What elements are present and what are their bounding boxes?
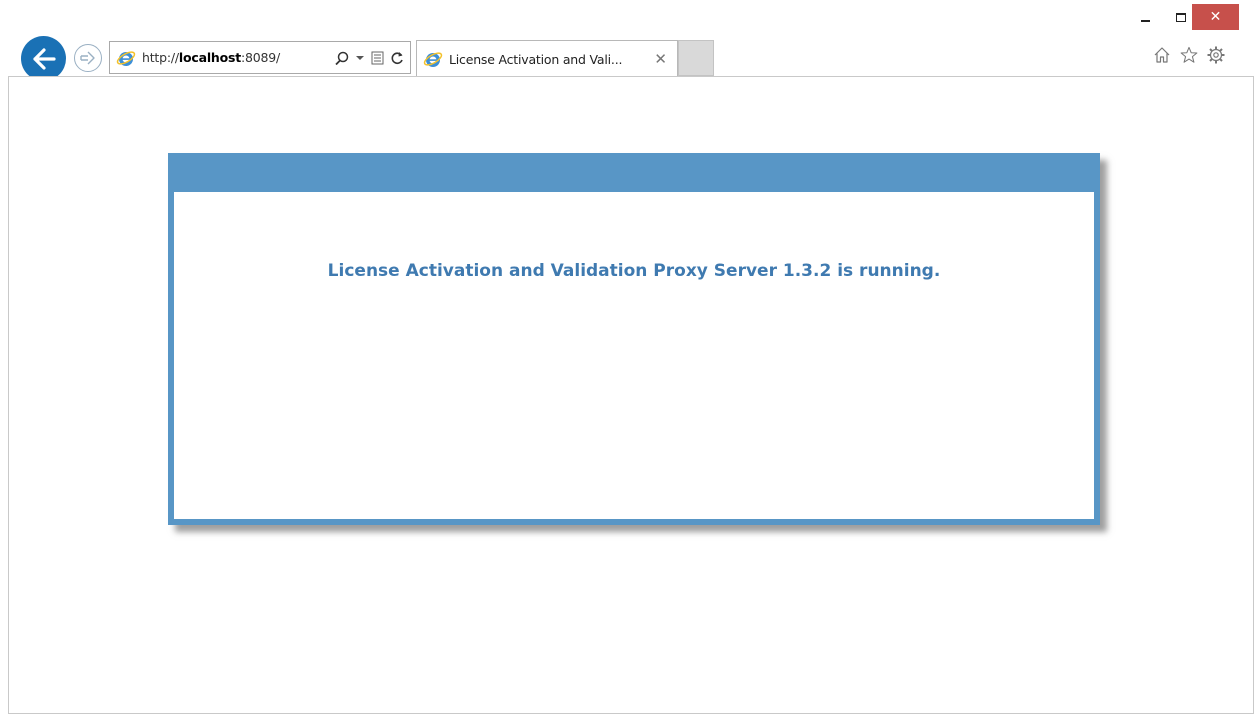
search-dropdown-button[interactable] [356, 55, 364, 61]
back-button[interactable] [21, 36, 66, 81]
home-button[interactable] [1153, 45, 1171, 65]
search-button[interactable] [335, 51, 349, 65]
favorites-star-icon [1180, 46, 1198, 63]
settings-gear-icon [1207, 46, 1225, 64]
close-icon: ✕ [1209, 9, 1222, 25]
dropdown-caret-icon [356, 55, 364, 60]
tab-title: License Activation and Vali... [449, 51, 623, 67]
address-tools [335, 42, 404, 73]
forward-button[interactable] [74, 44, 102, 72]
minimize-icon [1140, 20, 1150, 22]
tab-license-activation[interactable]: License Activation and Vali... ✕ [416, 40, 678, 77]
server-status-message: License Activation and Validation Proxy … [327, 261, 941, 281]
refresh-icon [391, 51, 403, 64]
url-scheme: http:// [142, 50, 179, 65]
minimize-button[interactable] [1130, 4, 1160, 30]
home-icon [1154, 47, 1170, 63]
ie-logo-icon [423, 52, 443, 67]
url-host: localhost [178, 50, 242, 65]
url-port-path: :8089/ [241, 50, 281, 65]
compatibility-view-button[interactable] [371, 51, 384, 65]
browser-window: ✕ http://localhost:8089/ License Activat… [0, 0, 1258, 719]
browser-toolbar-right [1153, 45, 1225, 65]
favorites-button[interactable] [1180, 45, 1198, 65]
compatibility-view-icon [371, 51, 384, 64]
back-arrow-icon [32, 47, 56, 70]
settings-button[interactable] [1207, 45, 1225, 65]
address-url: http://localhost:8089/ [142, 50, 280, 65]
maximize-icon [1176, 12, 1186, 22]
search-icon [335, 51, 349, 65]
forward-arrow-icon [80, 51, 95, 65]
tab-close-button[interactable]: ✕ [654, 50, 667, 68]
status-panel-body: License Activation and Validation Proxy … [174, 192, 1094, 519]
refresh-button[interactable] [391, 51, 404, 65]
close-window-button[interactable]: ✕ [1192, 4, 1239, 30]
ie-logo-icon [116, 50, 136, 66]
address-bar[interactable]: http://localhost:8089/ [109, 41, 411, 74]
new-tab-button[interactable] [678, 40, 714, 76]
status-panel: License Activation and Validation Proxy … [168, 153, 1100, 525]
